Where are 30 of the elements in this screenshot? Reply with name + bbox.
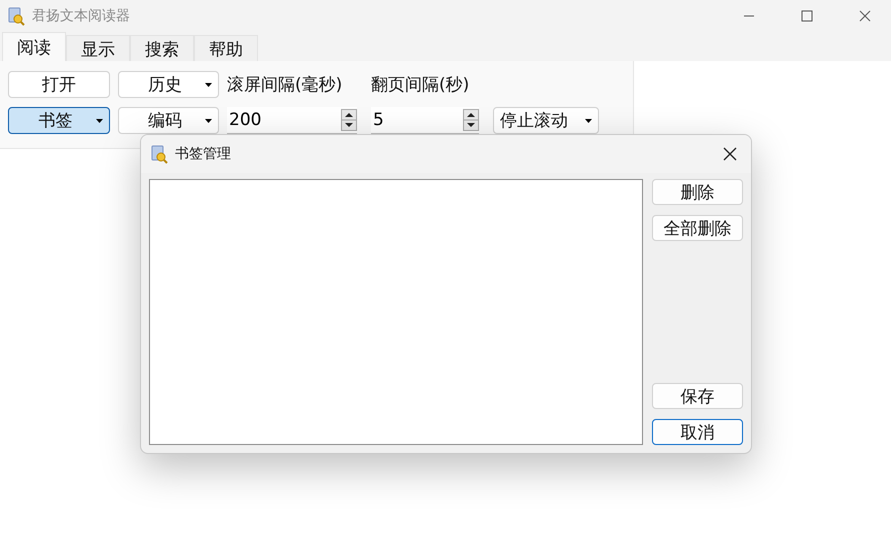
tab[interactable]: 搜索 xyxy=(130,35,194,61)
tab[interactable]: 帮助 xyxy=(194,35,258,61)
tab[interactable]: 显示 xyxy=(66,35,130,61)
dropdown-button[interactable]: 编码 xyxy=(118,107,219,134)
app-icon xyxy=(6,6,26,26)
maximize-icon[interactable] xyxy=(801,10,813,22)
spin-arrows-icon[interactable] xyxy=(341,109,357,131)
spin-field[interactable]: 200 xyxy=(227,107,357,134)
spin-field[interactable]: 5 xyxy=(371,107,479,134)
tab[interactable]: 阅读 xyxy=(2,32,66,61)
caret-icon xyxy=(585,118,592,122)
field-label: 滚屏间隔(毫秒) xyxy=(227,74,342,96)
caret-icon xyxy=(205,82,212,86)
dialog-button[interactable]: 全部删除 xyxy=(652,215,743,241)
caret-icon xyxy=(205,118,212,122)
close-icon[interactable] xyxy=(723,147,737,161)
dialog-button[interactable]: 保存 xyxy=(652,383,743,409)
spin-arrows-icon[interactable] xyxy=(463,109,479,131)
toolbar-button[interactable]: 打开 xyxy=(8,71,110,98)
dialog-button[interactable]: 取消 xyxy=(652,419,743,445)
dropdown-button[interactable]: 历史 xyxy=(118,71,219,98)
dialog-button[interactable]: 删除 xyxy=(652,179,743,205)
combo-box[interactable]: 停止滚动 xyxy=(493,107,599,134)
dialog-title: 书签管理 xyxy=(175,145,231,163)
app-icon xyxy=(149,144,169,164)
caret-icon xyxy=(96,118,103,122)
window-title: 君扬文本阅读器 xyxy=(32,7,130,25)
dropdown-button[interactable]: 书签 xyxy=(8,107,110,134)
field-label: 翻页间隔(秒) xyxy=(371,74,470,96)
close-icon[interactable] xyxy=(859,10,871,22)
